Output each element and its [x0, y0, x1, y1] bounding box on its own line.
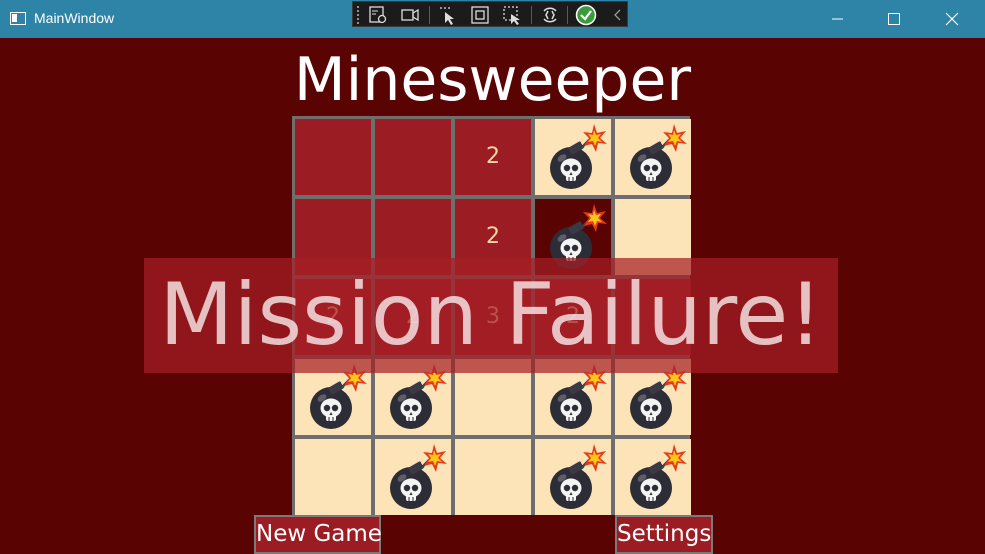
record-icon[interactable]	[399, 4, 421, 26]
hot-reload-icon[interactable]	[539, 4, 561, 26]
skull-bomb-icon	[627, 442, 689, 512]
grid-cell[interactable]	[375, 119, 451, 195]
window-title: MainWindow	[34, 10, 115, 26]
settings-button[interactable]: Settings	[615, 515, 713, 554]
mine-cell[interactable]	[535, 119, 611, 195]
toolbar-grip-icon[interactable]	[356, 5, 360, 24]
close-icon	[945, 12, 959, 26]
select-element-icon[interactable]	[437, 4, 459, 26]
skull-bomb-icon	[387, 442, 449, 512]
collapse-chevron-icon[interactable]	[607, 4, 629, 26]
maximize-icon	[888, 13, 900, 25]
toolbar-separator	[567, 6, 568, 24]
app-window-icon	[10, 12, 26, 25]
skull-bomb-icon	[547, 122, 609, 192]
binding-ok-icon[interactable]	[575, 4, 597, 26]
toolbar-separator	[429, 6, 430, 24]
mine-cell[interactable]	[375, 439, 451, 515]
display-adorners-icon[interactable]	[469, 4, 491, 26]
live-visual-tree-icon[interactable]	[367, 4, 389, 26]
title-bar: MainWindow	[0, 0, 985, 38]
grid-cell[interactable]	[455, 439, 531, 515]
toolbar-separator	[531, 6, 532, 24]
mine-cell[interactable]	[535, 439, 611, 515]
close-button[interactable]	[924, 0, 982, 38]
skull-bomb-icon	[627, 122, 689, 192]
mine-cell[interactable]	[615, 439, 691, 515]
minimize-button[interactable]	[808, 0, 866, 38]
cell-number: 2	[486, 144, 500, 169]
grid-cell[interactable]: 2	[455, 119, 531, 195]
grid-cell[interactable]	[295, 439, 371, 515]
game-title: Minesweeper	[293, 45, 692, 115]
failure-overlay: Mission Failure!	[144, 258, 838, 373]
grid-cell[interactable]	[295, 119, 371, 195]
minimize-icon	[832, 18, 843, 20]
maximize-button[interactable]	[866, 0, 924, 38]
failure-message: Mission Failure!	[159, 265, 823, 365]
mine-cell[interactable]	[615, 119, 691, 195]
xaml-debug-toolbar	[352, 1, 628, 27]
new-game-button[interactable]: New Game	[254, 515, 382, 554]
skull-bomb-icon	[547, 442, 609, 512]
track-focus-icon[interactable]	[501, 4, 523, 26]
